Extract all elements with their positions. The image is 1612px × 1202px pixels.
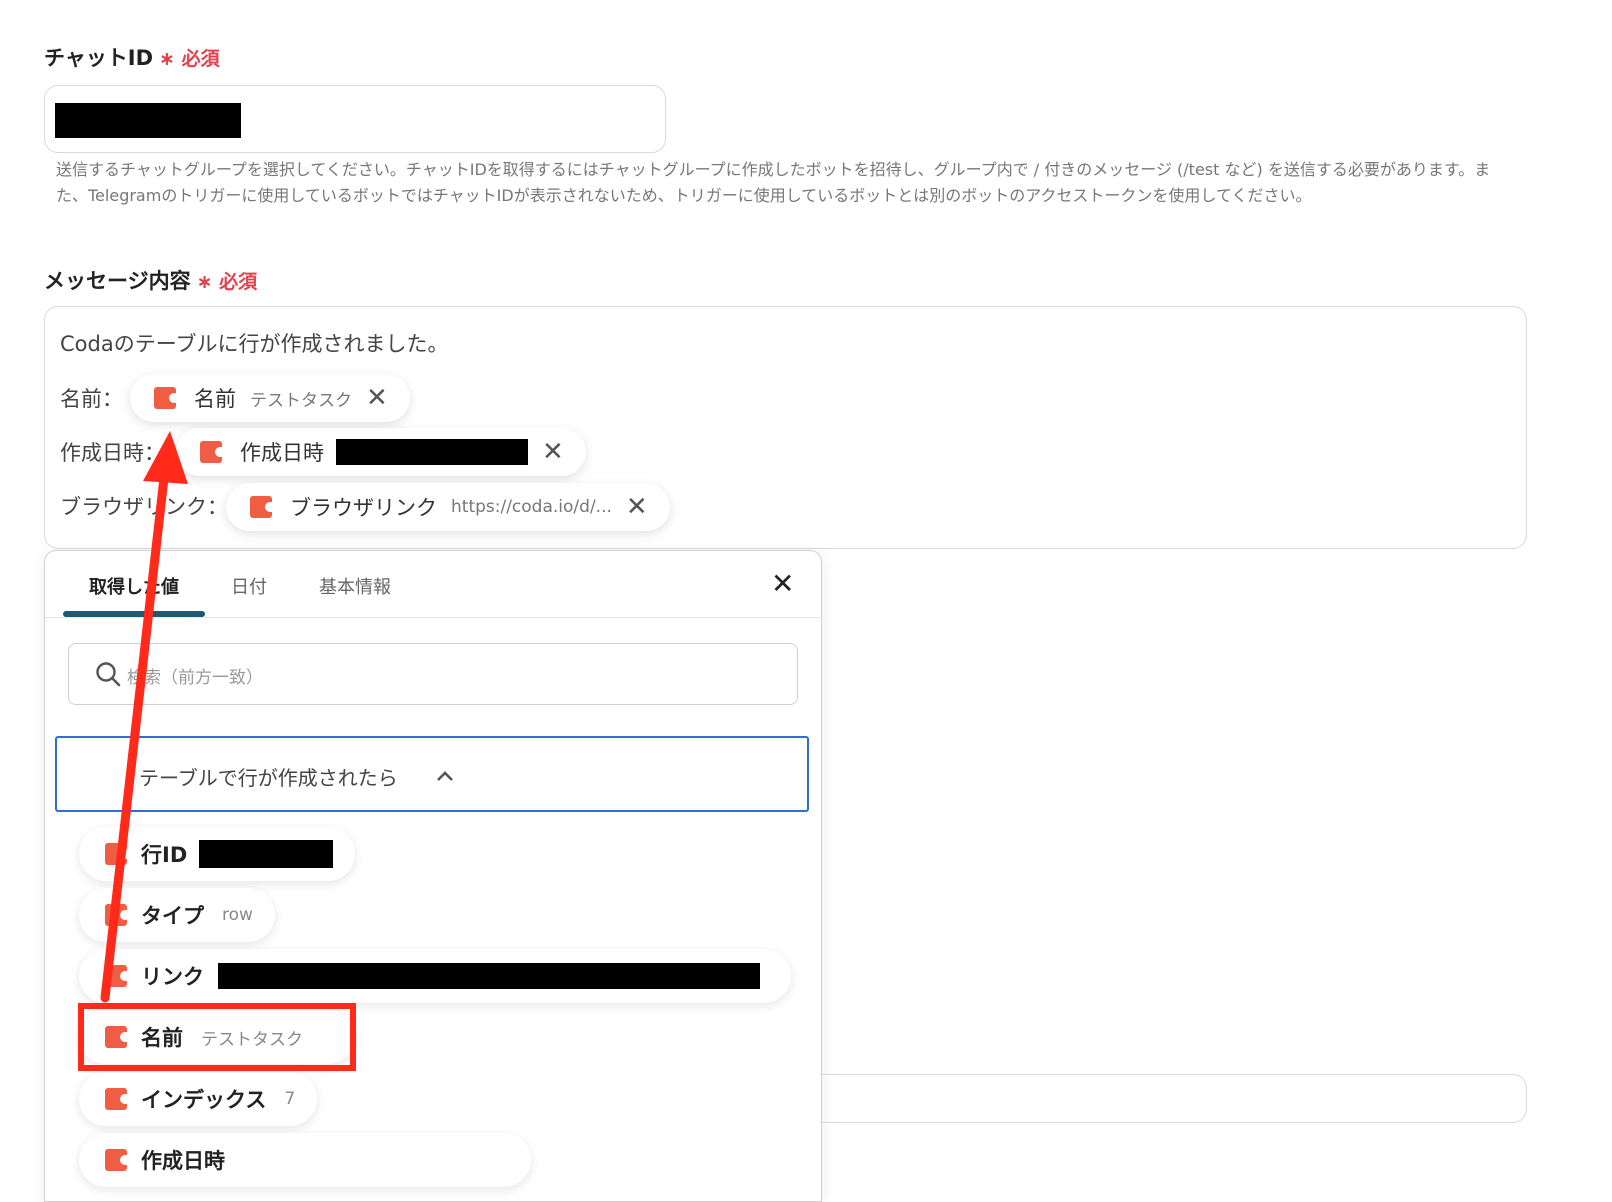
- annotation-arrow: [100, 431, 188, 1003]
